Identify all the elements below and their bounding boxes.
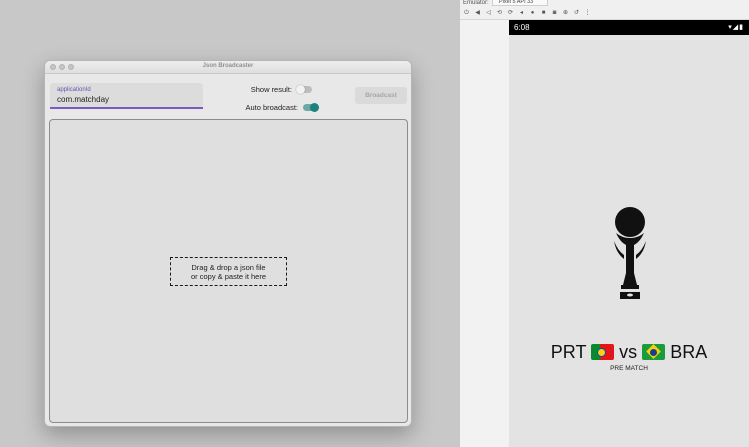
emulator-label: Emulator: <box>463 0 489 6</box>
camera-icon[interactable]: ◙ <box>551 9 558 17</box>
window-title: Json Broadcaster <box>202 63 254 69</box>
power-icon[interactable]: ⏻ <box>463 9 470 17</box>
window-titlebar: Json Broadcaster <box>45 61 411 74</box>
emulator-header: Emulator: Pixel 5 API 33 ⏻ ◀ ◁ ⟲ ⟳ ◂ ● ■… <box>460 0 749 20</box>
auto-broadcast-label: Auto broadcast: <box>245 103 298 112</box>
application-id-label: applicationId <box>57 87 91 93</box>
volume-down-icon[interactable]: ◁ <box>485 9 492 17</box>
auto-broadcast-toggle[interactable] <box>303 103 319 112</box>
drop-hint-line-2: or copy & paste it here <box>190 271 267 281</box>
status-time: 6:08 <box>514 23 530 32</box>
status-icons: ▾◢▮ <box>728 20 744 35</box>
match-score-line: PRT vs BRA <box>509 342 749 363</box>
overview-icon[interactable]: ■ <box>540 9 547 17</box>
toggle-knob <box>310 103 319 112</box>
show-result-label: Show result: <box>250 85 292 94</box>
drop-zone-hint: Drag & drop a json file or copy & paste … <box>170 257 287 286</box>
match-status: PRE MATCH <box>610 365 648 372</box>
world-cup-trophy-icon <box>614 207 646 299</box>
home-icon[interactable]: ● <box>529 9 536 17</box>
brazil-flag-icon <box>642 344 666 360</box>
home-team-code: PRT <box>550 342 587 362</box>
rotate-right-icon[interactable]: ⟳ <box>507 9 514 17</box>
away-team-code: BRA <box>670 342 708 362</box>
battery-icon: ▮ <box>739 24 744 31</box>
json-drop-area[interactable]: Drag & drop a json file or copy & paste … <box>49 119 408 423</box>
toggle-knob <box>296 85 305 94</box>
json-broadcaster-window: Json Broadcaster applicationId com.match… <box>44 60 412 427</box>
phone-screen: 6:08 ▾◢▮ PRT vs BRA PRE MATCH <box>509 20 749 447</box>
restore-icon[interactable]: ↺ <box>573 9 580 17</box>
volume-up-icon[interactable]: ◀ <box>474 9 481 17</box>
more-icon[interactable]: ⋮ <box>584 9 591 17</box>
application-id-input[interactable]: com.matchday <box>57 95 109 104</box>
broadcast-button[interactable]: Broadcast <box>355 87 407 104</box>
show-result-toggle[interactable] <box>296 85 312 94</box>
application-id-field[interactable]: applicationId com.matchday <box>50 83 203 109</box>
emulator-toolbar: ⏻ ◀ ◁ ⟲ ⟳ ◂ ● ■ ◙ ⊕ ↺ ⋮ <box>463 9 591 17</box>
device-tab[interactable]: Pixel 5 API 33 <box>492 0 548 6</box>
back-icon[interactable]: ◂ <box>518 9 525 17</box>
zoom-icon[interactable]: ⊕ <box>562 9 569 17</box>
portugal-flag-icon <box>591 344 615 360</box>
status-bar: 6:08 ▾◢▮ <box>509 20 749 35</box>
rotate-left-icon[interactable]: ⟲ <box>496 9 503 17</box>
drop-hint-line-1: Drag & drop a json file <box>191 262 266 272</box>
versus-text: vs <box>619 342 638 362</box>
